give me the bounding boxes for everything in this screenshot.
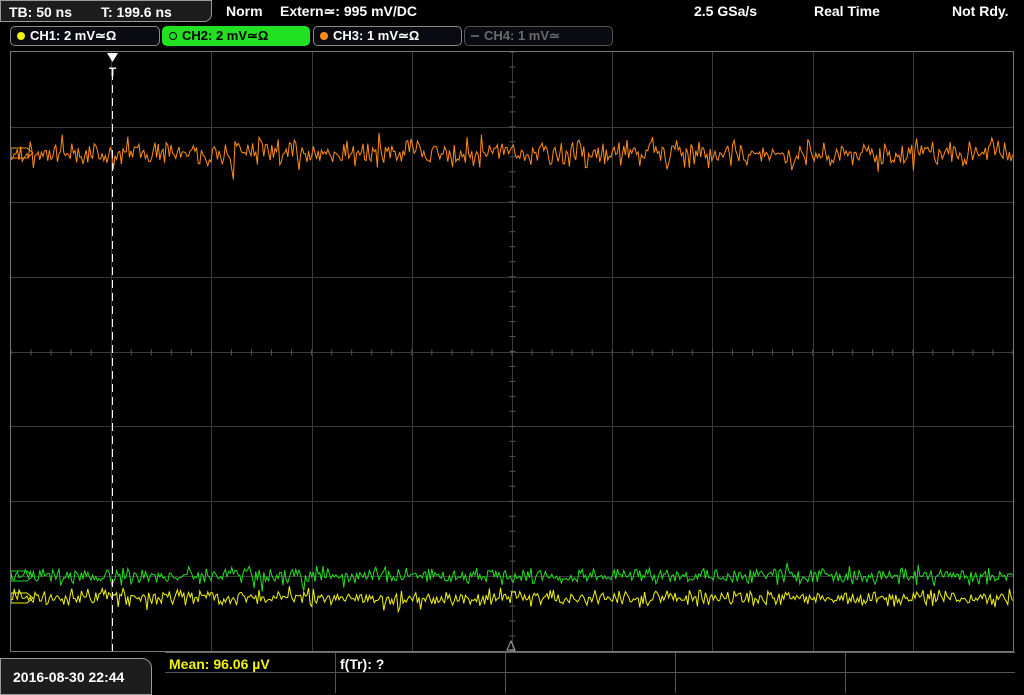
measurement-divider bbox=[165, 672, 1015, 673]
trigger-source-level: Extern≃: 995 mV bbox=[280, 3, 393, 19]
acquisition-mode[interactable]: Real Time bbox=[814, 3, 880, 19]
timebase-panel[interactable]: TB: 50 ns T: 199.6 ns bbox=[0, 0, 212, 22]
measurement-cell-1[interactable]: Mean: 96.06 µV bbox=[165, 653, 336, 693]
graticule bbox=[11, 52, 1013, 651]
channel-bar: CH1: 2 mV≃Ω CH2: 2 mV≃Ω CH3: 1 mV≃Ω CH4:… bbox=[0, 26, 1024, 48]
channel-3-label: CH3: 1 mV≃Ω bbox=[333, 28, 420, 43]
datetime-panel: 2016-08-30 22:44 bbox=[0, 658, 152, 695]
waveform-plot[interactable]: T bbox=[11, 52, 1013, 651]
trigger-position-icon[interactable] bbox=[107, 53, 118, 62]
channel-3-button[interactable]: CH3: 1 mV≃Ω bbox=[313, 26, 462, 46]
trigger-state: Not Rdy. bbox=[952, 3, 1009, 19]
horizontal-reference-icon bbox=[506, 639, 516, 651]
trigger-label: T bbox=[109, 65, 117, 79]
datetime: 2016-08-30 22:44 bbox=[13, 669, 125, 685]
channel-2-label: CH2: 2 mV≃Ω bbox=[182, 28, 269, 43]
channel-4-label: CH4: 1 mV≃ bbox=[484, 28, 560, 43]
channel-1-label: CH1: 2 mV≃Ω bbox=[30, 28, 117, 43]
timebase-readout: TB: 50 ns bbox=[9, 4, 73, 20]
trigger-slope: /DC bbox=[392, 3, 418, 19]
sample-rate: 2.5 GSa/s bbox=[694, 3, 758, 19]
trigger-time-readout: T: 199.6 ns bbox=[101, 4, 172, 20]
channel-2-button[interactable]: CH2: 2 mV≃Ω bbox=[162, 26, 310, 46]
mean-measurement: Mean: 96.06 µV bbox=[169, 656, 270, 672]
channel-2-trace bbox=[11, 562, 1013, 592]
measurement-cell-5[interactable] bbox=[846, 653, 1015, 693]
channel-3-dot-icon bbox=[320, 32, 328, 40]
measurement-cell-2[interactable]: f(Tr): ? bbox=[336, 653, 506, 693]
status-bar: TB: 50 ns T: 199.6 ns Norm Extern≃: 995 … bbox=[0, 0, 1024, 24]
channel-3-trace bbox=[11, 132, 1013, 180]
measurement-cell-3[interactable] bbox=[506, 653, 676, 693]
channel-4-button[interactable]: CH4: 1 mV≃ bbox=[464, 26, 613, 46]
frequency-measurement: f(Tr): ? bbox=[340, 656, 385, 672]
channel-1-trace bbox=[11, 586, 1013, 614]
trigger-source[interactable]: Extern≃: 995 mV/DC bbox=[280, 3, 417, 20]
channel-1-dot-icon bbox=[17, 32, 25, 40]
channel-1-button[interactable]: CH1: 2 mV≃Ω bbox=[10, 26, 160, 46]
measurement-cell-4[interactable] bbox=[676, 653, 846, 693]
channel-2-dot-icon bbox=[169, 32, 177, 40]
traces bbox=[11, 132, 1013, 614]
channel-4-dash-icon bbox=[471, 35, 479, 37]
trigger-mode[interactable]: Norm bbox=[226, 3, 263, 19]
